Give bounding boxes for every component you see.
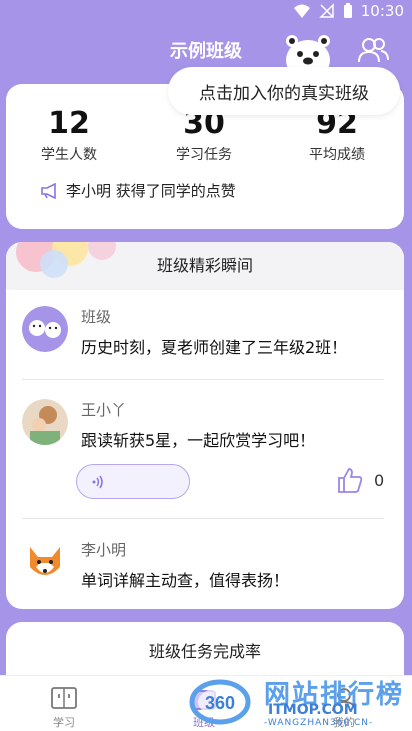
feed-item[interactable]: 王小丫 跟读斩获5星，一起欣赏学习吧！ — [22, 399, 384, 519]
fox-avatar — [22, 539, 68, 585]
tab-label: 班级 — [193, 716, 215, 729]
wifi-icon — [293, 4, 310, 18]
stat-value: 12 — [48, 106, 90, 141]
like-notice: 李小明 获得了同学的点赞 — [40, 180, 236, 201]
sound-wave-icon — [92, 475, 103, 489]
book-icon — [51, 687, 77, 709]
tab-study[interactable]: 学习 — [14, 676, 114, 731]
thumbs-up-icon — [338, 468, 363, 493]
feed-author: 王小丫 — [81, 401, 127, 419]
stat-label: 学生人数 — [41, 147, 97, 163]
stat-students: 12 学生人数 — [9, 108, 129, 164]
moments-title: 班级精彩瞬间 — [156, 256, 253, 275]
status-bar: 10:30 — [0, 0, 412, 24]
feed-message: 单词详解主动查，值得表扬！ — [81, 571, 290, 590]
divider — [22, 518, 384, 519]
clock: 10:30 — [360, 2, 404, 20]
balloons-decoration-icon — [16, 242, 116, 278]
like-notice-text: 李小明 获得了同学的点赞 — [66, 182, 236, 200]
feed-author: 班级 — [81, 308, 112, 326]
feed-item[interactable]: 李小明 单词详解主动查，值得表扬！ — [22, 539, 384, 599]
tab-profile[interactable]: 我的 — [294, 676, 394, 731]
page-title: 示例班级 — [170, 41, 242, 62]
feed-item[interactable]: 班级 历史时刻，夏老师创建了三年级2班！ — [22, 306, 384, 366]
moments-header: 班级精彩瞬间 — [6, 242, 404, 290]
bottom-tab-bar: 学习 班级 我的 — [0, 675, 412, 731]
class-moments-card: 班级精彩瞬间 班级 历史时刻，夏老师创建了三年级2班！ 王小丫 跟读斩获5星，一… — [6, 242, 404, 609]
no-signal-icon — [318, 3, 334, 18]
user-avatar — [22, 399, 68, 445]
stat-tasks: 30 学习任务 — [144, 108, 264, 164]
like-count: 0 — [374, 470, 385, 490]
task-completion-title: 班级任务完成率 — [148, 642, 261, 661]
megaphone-icon — [41, 182, 56, 199]
class-members-icon[interactable] — [357, 36, 389, 64]
feed-message: 跟读斩获5星，一起欣赏学习吧！ — [81, 431, 316, 450]
divider — [22, 379, 384, 380]
task-completion-card[interactable]: 班级任务完成率 — [6, 622, 404, 682]
feed-author: 李小明 — [81, 541, 127, 559]
class-avatar — [22, 306, 68, 352]
voice-playback-button[interactable] — [76, 464, 190, 499]
class-icon — [192, 690, 216, 710]
stat-label: 学习任务 — [176, 147, 232, 163]
stat-label: 平均成绩 — [309, 147, 365, 163]
stat-average-score: 92 平均成绩 — [277, 108, 397, 164]
join-class-tooltip[interactable]: 点击加入你的真实班级 — [168, 67, 400, 115]
feed-message: 历史时刻，夏老师创建了三年级2班！ — [81, 338, 348, 357]
profile-icon — [332, 688, 356, 712]
tab-label: 学习 — [53, 716, 75, 729]
battery-icon — [343, 3, 352, 18]
tab-label: 我的 — [333, 716, 355, 729]
like-button[interactable]: 0 — [336, 466, 384, 494]
tab-class[interactable]: 班级 — [154, 676, 254, 731]
